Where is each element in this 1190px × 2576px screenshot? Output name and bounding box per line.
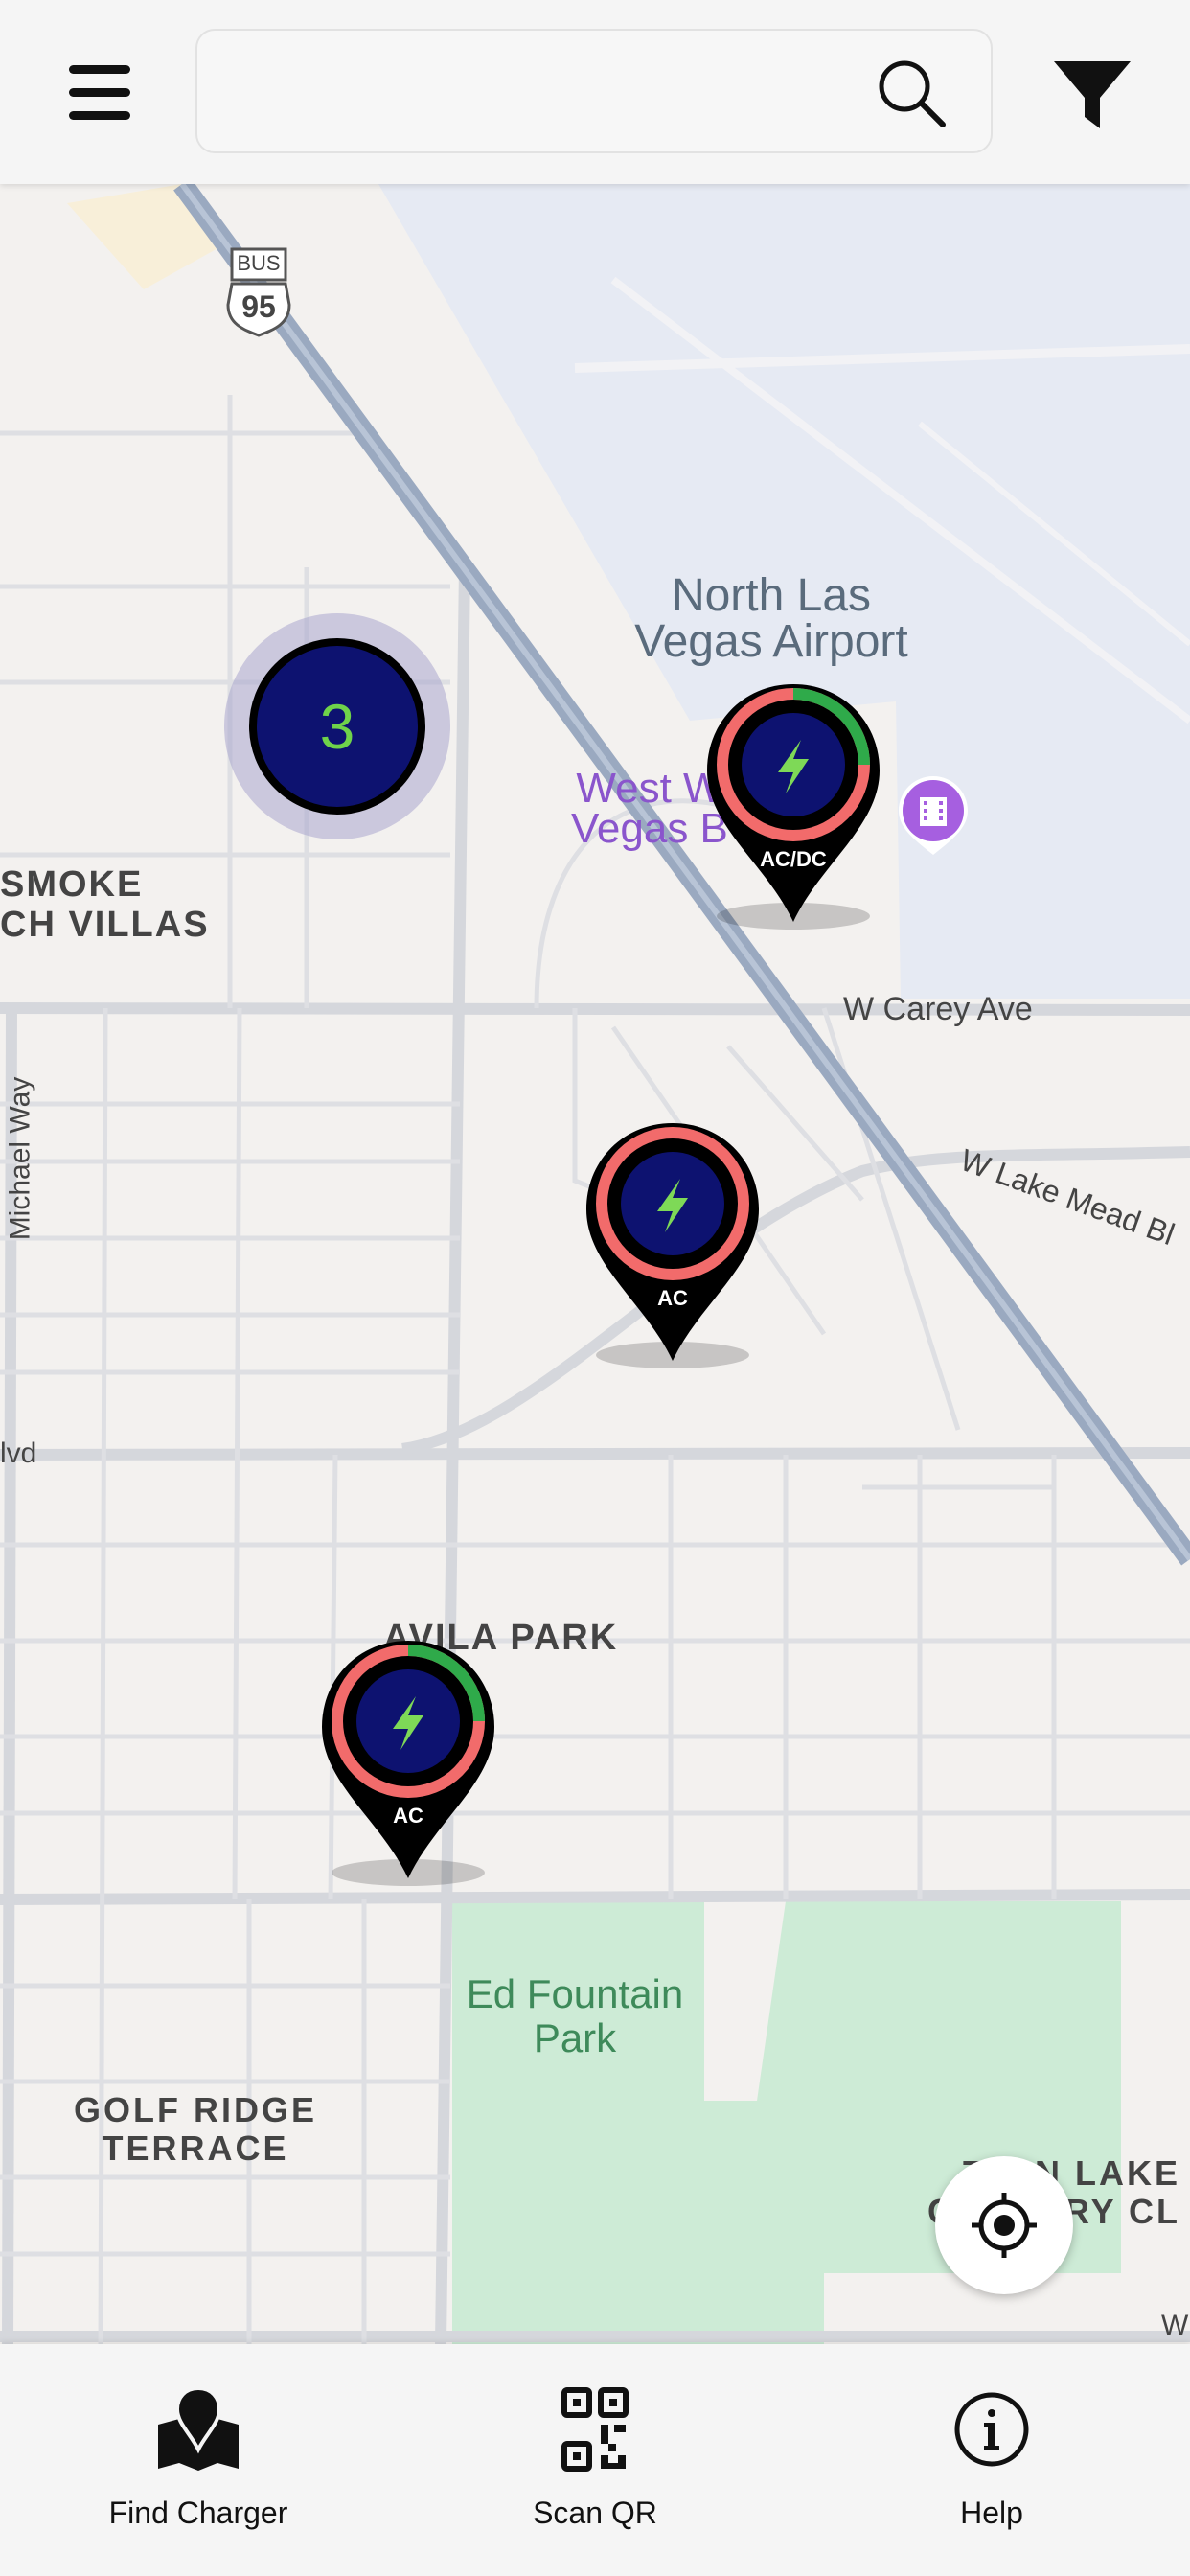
charger-pin[interactable]: AC — [584, 1121, 761, 1370]
search-icon[interactable] — [872, 54, 952, 134]
map-view[interactable]: BUS 95 North Las Vegas Airport West W Ve… — [0, 184, 1190, 2344]
w-street-label: W — [1161, 2310, 1189, 2341]
charger-pin-marker — [586, 1123, 759, 1368]
filter-icon[interactable] — [1050, 54, 1134, 134]
my-location-button[interactable] — [935, 2156, 1073, 2294]
golf-ridge-label: GOLF RIDGE TERRACE — [74, 2090, 317, 2168]
search-box[interactable] — [195, 29, 993, 153]
charger-type-label: AC/DC — [760, 847, 827, 871]
map-icon — [158, 2386, 239, 2471]
hamburger-line — [69, 111, 130, 120]
nav-label: Help — [960, 2496, 1023, 2530]
airport-label: North Las Vegas Airport — [634, 570, 908, 667]
carey-ave-label: W Carey Ave — [843, 991, 1033, 1027]
route-shield-top: BUS — [237, 251, 281, 275]
nav-label: Scan QR — [533, 2496, 657, 2530]
charger-pin-marker — [707, 684, 880, 930]
charger-type-label: AC — [657, 1286, 688, 1310]
blvd-label: lvd — [0, 1438, 37, 1469]
nav-scan-qr[interactable]: Scan QR — [397, 2344, 793, 2576]
search-input[interactable] — [226, 52, 843, 132]
charger-type-label: AC — [393, 1804, 423, 1828]
cluster-badge: 3 — [249, 638, 425, 815]
ed-fountain-label: Ed Fountain Park — [466, 1971, 684, 2060]
route-shield-number: 95 — [241, 289, 276, 324]
smoke-villas-label: SMOKE CH VILLAS — [0, 864, 210, 945]
cinema-poi-icon[interactable] — [895, 772, 972, 859]
menu-button[interactable] — [59, 58, 140, 126]
charger-cluster-marker[interactable]: 3 — [224, 613, 450, 840]
hamburger-line — [69, 88, 130, 97]
charger-pin[interactable]: AC — [320, 1639, 496, 1888]
nav-help[interactable]: Help — [793, 2344, 1190, 2576]
cluster-count: 3 — [319, 691, 355, 762]
crosshair-icon — [972, 2193, 1037, 2258]
nav-find-charger[interactable]: Find Charger — [0, 2344, 397, 2576]
hamburger-line — [69, 65, 130, 74]
qr-code-icon — [561, 2387, 629, 2472]
bottom-nav: Find Charger Scan QR Help — [0, 2344, 1190, 2576]
top-bar — [0, 0, 1190, 184]
michael-way-label: Michael Way — [4, 1076, 36, 1241]
info-icon — [954, 2392, 1029, 2467]
charger-pin[interactable]: AC/DC — [705, 682, 881, 932]
nav-label: Find Charger — [108, 2496, 288, 2530]
charger-pin-marker — [322, 1641, 494, 1886]
